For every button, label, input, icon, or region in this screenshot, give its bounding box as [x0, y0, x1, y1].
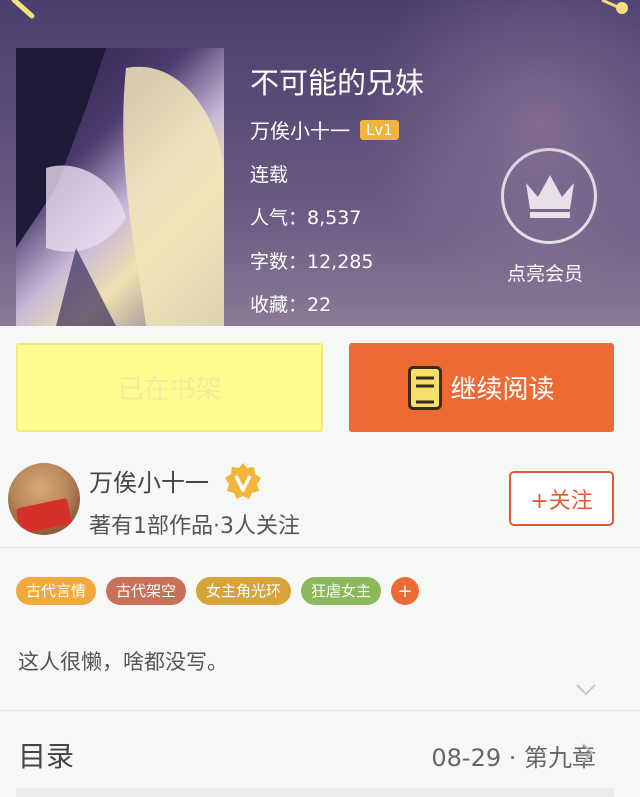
vip-button[interactable] [501, 148, 597, 244]
bottom-strip [16, 788, 614, 797]
tag-list: 古代言情 古代架空 女主角光环 狂虐女主 + [16, 577, 420, 605]
book-header: 不可能的兄妹 万俟小十一 Lv1 连载 人气：8,537 字数：12,285 收… [0, 0, 640, 326]
popularity-stat: 人气：8,537 [250, 207, 362, 229]
book-cover[interactable] [16, 48, 224, 326]
author-name[interactable]: 万俟小十一 [89, 463, 209, 498]
tag-item[interactable]: 狂虐女主 [301, 577, 382, 605]
book-icon [408, 365, 443, 410]
tag-item[interactable]: 女主角光环 [196, 577, 292, 605]
author-line: 万俟小十一 Lv1 [250, 115, 399, 144]
share-icon[interactable] [594, 0, 634, 22]
back-icon[interactable] [0, 0, 44, 22]
author-summary: 著有1部作品·3人关注 [89, 514, 300, 539]
tag-item[interactable]: 古代架空 [106, 577, 187, 605]
vip-label[interactable]: 点亮会员 [507, 259, 583, 286]
crown-icon [526, 175, 574, 218]
chevron-right-icon[interactable] [581, 742, 595, 764]
add-tag-button[interactable]: + [391, 577, 420, 605]
divider [0, 710, 640, 711]
chevron-down-icon[interactable] [575, 683, 597, 697]
continue-reading-button[interactable]: 继续阅读 [349, 343, 614, 432]
tag-item[interactable]: 古代言情 [16, 577, 97, 605]
author-avatar[interactable] [8, 463, 80, 535]
follow-button[interactable]: +关注 [509, 471, 614, 526]
author-intro: 这人很懒，啥都没写。 [18, 650, 228, 674]
book-title: 不可能的兄妹 [250, 66, 425, 100]
serial-status: 连载 [250, 164, 289, 186]
word-count-stat: 字数：12,285 [250, 251, 374, 273]
verified-icon [225, 463, 261, 499]
toc-title[interactable]: 目录 [18, 735, 74, 775]
level-badge: Lv1 [360, 119, 399, 140]
author-link[interactable]: 万俟小十一 [250, 115, 350, 144]
in-shelf-button[interactable]: 已在书架 [16, 343, 323, 432]
continue-reading-label: 继续阅读 [450, 375, 555, 405]
favorites-stat: 收藏：22 [250, 294, 332, 316]
divider [0, 547, 640, 548]
latest-chapter[interactable]: 08-29 · 第九章 [431, 738, 596, 773]
